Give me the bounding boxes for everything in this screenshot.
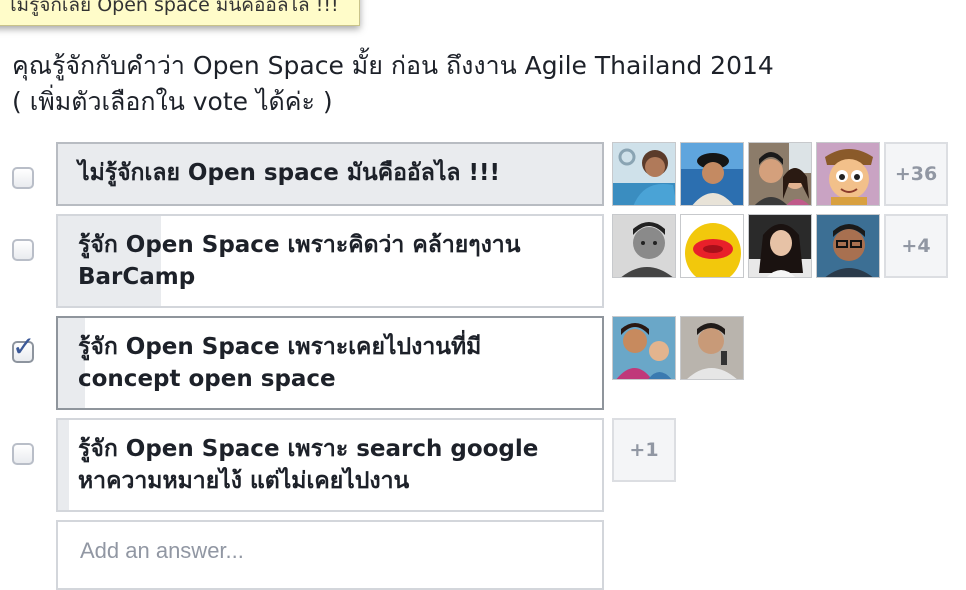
option-2-checkbox[interactable] (12, 239, 34, 261)
option-3-answer-bar[interactable]: รู้จัก Open Space เพราะเคยไปงานที่มี con… (56, 316, 604, 410)
option-3-checkbox[interactable]: ✓ (12, 333, 35, 363)
avatar-man-holding-mic[interactable] (680, 316, 744, 380)
avatar-woman-with-child[interactable] (612, 316, 676, 380)
option-2-label: รู้จัก Open Space เพราะคิดว่า คล้ายๆงาน … (78, 232, 521, 290)
avatar-man-blue-shirt[interactable] (612, 142, 676, 206)
question-line-2: ( เพิ่มตัวเลือกใน vote ได้ค่ะ ) (12, 87, 333, 116)
add-answer-input[interactable]: Add an answer... (56, 520, 604, 590)
question-line-1: คุณรู้จักกับคำว่า Open Space มั้ย ก่อน ถ… (12, 51, 774, 80)
checkmark-icon: ✓ (12, 330, 36, 363)
option-1-answer-bar[interactable]: ไม่รู้จักเลย Open space มันคืออัลไล !!! (56, 142, 604, 206)
avatar-man-bw[interactable] (612, 214, 676, 278)
option-4-label: รู้จัก Open Space เพราะ search google หา… (78, 436, 539, 494)
more-voters-button[interactable]: +4 (884, 214, 948, 278)
more-voters-button[interactable]: +1 (612, 418, 676, 482)
option-1-checkbox[interactable] (12, 167, 34, 189)
avatar-cartoon-boy[interactable] (816, 142, 880, 206)
avatar-couple-selfie[interactable] (748, 142, 812, 206)
tooltip: ไม่รู้จักเลย Open space มันคืออัลไล !!! (0, 0, 360, 26)
option-4-answer-bar[interactable]: รู้จัก Open Space เพราะ search google หา… (56, 418, 604, 512)
avatar-yellow-blob[interactable] (680, 214, 744, 278)
option-2-answer-bar[interactable]: รู้จัก Open Space เพราะคิดว่า คล้ายๆงาน … (56, 214, 604, 308)
option-3-label: รู้จัก Open Space เพราะเคยไปงานที่มี con… (78, 334, 482, 392)
avatar-man-black-hat[interactable] (680, 142, 744, 206)
poll-question: คุณรู้จักกับคำว่า Open Space มั้ย ก่อน ถ… (12, 48, 912, 120)
option-1-label: ไม่รู้จักเลย Open space มันคืออัลไล !!! (78, 160, 500, 186)
avatar-man-glasses[interactable] (816, 214, 880, 278)
more-voters-button[interactable]: +36 (884, 142, 948, 206)
avatar-woman-long-hair[interactable] (748, 214, 812, 278)
option-4-checkbox[interactable] (12, 443, 34, 465)
